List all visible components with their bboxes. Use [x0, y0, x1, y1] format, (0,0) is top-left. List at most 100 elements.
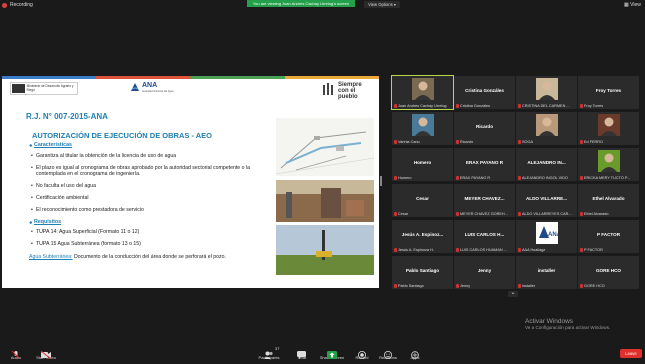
participant-name: Froy Torres: [595, 88, 622, 93]
apps-button[interactable]: Apps: [403, 346, 427, 360]
participant-tile[interactable]: LUIS CARLOS H... LUIS CARLOS HUAMAN ...: [454, 220, 515, 253]
viewing-banner: You are viewing Juan Andres Cachay Urrel…: [247, 0, 355, 7]
participant-tile[interactable]: Pablo Santiago Pablo Santiago: [392, 256, 453, 289]
participant-label: MEYER CHAVEZ GOREH...: [456, 212, 508, 216]
participant-label-text: Pablo Santiago: [398, 284, 424, 288]
microphone-muted-icon: [394, 104, 397, 108]
participant-tile[interactable]: Cesar Cesar: [392, 184, 453, 217]
participant-video: [597, 114, 620, 136]
participant-tile[interactable]: ERAX PAYANO R ERAX PAYANO R: [454, 148, 515, 181]
participant-label-text: Ricardo: [460, 140, 474, 144]
microphone-muted-icon: [518, 212, 521, 216]
participant-tile[interactable]: GORE HCO GORE HCO: [578, 256, 639, 289]
splitter-handle[interactable]: [380, 176, 382, 186]
leave-button[interactable]: Leave: [620, 349, 642, 358]
participant-tile[interactable]: MEYER CHAVEZ... MEYER CHAVEZ GOREH...: [454, 184, 515, 217]
participant-label: Froy Torres: [580, 104, 603, 108]
microphone-muted-icon: [518, 248, 521, 252]
irrigation-diagram-image: [276, 118, 374, 176]
participant-label-text: AAA Huallaga: [522, 248, 546, 252]
participant-tile[interactable]: P FACTOR P FACTOR: [578, 220, 639, 253]
recording-indicator[interactable]: Recording: [2, 2, 33, 8]
participants-button[interactable]: 37 Participants: [255, 346, 283, 360]
participant-label-text: GORE HCO: [584, 284, 605, 288]
participant-label: GORE HCO: [580, 284, 605, 288]
view-label: View: [630, 2, 641, 8]
construction-photo: [276, 180, 374, 222]
participant-tile[interactable]: Homero Homero: [392, 148, 453, 181]
reactions-button[interactable]: Reactions: [376, 346, 400, 360]
participant-tile[interactable]: Ed FERRO: [578, 112, 639, 145]
recording-label: Recording: [10, 2, 33, 8]
view-options-button[interactable]: View Options ▾: [364, 1, 400, 8]
participant-tile[interactable]: ALEJANDRO IN... ALEJANDRO INGOL VIDO: [516, 148, 577, 181]
participant-label: SOGA: [518, 140, 533, 144]
participant-label: LUIS CARLOS HUAMAN ...: [456, 248, 507, 252]
view-button[interactable]: ▦ View: [624, 2, 641, 8]
record-icon: [357, 346, 367, 359]
participant-label-text: Ed FERRO: [584, 140, 603, 144]
participant-tile[interactable]: ANA AAA Huallaga: [516, 220, 577, 253]
participant-tile[interactable]: Froy Torres Froy Torres: [578, 76, 639, 109]
microphone-muted-icon: [394, 284, 397, 288]
chat-bubble-icon: [297, 346, 307, 359]
apps-icon: [410, 346, 420, 359]
participant-tile[interactable]: installer installer: [516, 256, 577, 289]
participant-name: Pablo Santiago: [405, 268, 440, 273]
participant-label: Pablo Santiago: [394, 284, 424, 288]
participant-tile[interactable]: ERICKA MERY TUCTO P...: [578, 148, 639, 181]
participant-tile[interactable]: Varinia Cano: [392, 112, 453, 145]
participant-label-text: CRISTINA DEL CARMEN ...: [522, 104, 570, 108]
participant-label: ERICKA MERY TUCTO P...: [580, 176, 630, 180]
participant-label: Cristina Gonzáles: [456, 104, 490, 108]
microphone-muted-icon: [456, 212, 459, 216]
participant-video: [411, 114, 434, 136]
participant-name: MEYER CHAVEZ...: [464, 196, 505, 201]
participant-label-text: Cristina Gonzáles: [460, 104, 490, 108]
record-button[interactable]: Record: [350, 346, 374, 360]
participant-name: LUIS CARLOS H...: [464, 232, 505, 237]
participant-label: Varinia Cano: [394, 140, 420, 144]
participant-label-text: ERAX PAYANO R: [460, 176, 491, 180]
record-dot-icon: [2, 2, 7, 8]
participant-tile[interactable]: Jesús A. Espinoz... Jesús A. Espinoza H.: [392, 220, 453, 253]
smiley-icon: [383, 346, 393, 359]
audio-button[interactable]: Audio: [4, 346, 28, 360]
participant-label-text: Juan Andres Cachay Urrelog: [398, 104, 447, 108]
microphone-muted-icon: [456, 140, 459, 144]
participant-label: Ethel Alvarado: [580, 212, 609, 216]
participant-label-text: Varinia Cano: [398, 140, 420, 144]
participant-tile[interactable]: Ethel Alvarado Ethel Alvarado: [578, 184, 639, 217]
shared-screen: Ministerio de Desarrollo Agrario y Riego…: [2, 76, 379, 288]
participant-tile[interactable]: Cristina Gonzáles Cristina Gonzáles: [454, 76, 515, 109]
participant-tile[interactable]: Jenny Jenny: [454, 256, 515, 289]
participant-label-text: Homero: [398, 176, 412, 180]
participant-name: Jenny: [477, 268, 492, 273]
bullet: TUPA 14: Agua Superficial (Formato 11 o …: [31, 229, 268, 236]
participant-name: GORE HCO: [595, 268, 621, 273]
share-screen-button[interactable]: Share Screen: [319, 346, 345, 360]
start-video-button[interactable]: Start Video: [34, 346, 58, 360]
participant-tile[interactable]: SOGA: [516, 112, 577, 145]
microphone-muted-icon: [394, 176, 397, 180]
participant-label: installer: [518, 284, 535, 288]
bullet: El plazo es igual al cronograma de obras…: [31, 165, 268, 178]
participant-video: [535, 114, 558, 136]
participant-tile[interactable]: ALDO VILLARRE... ALDO VILLARREYES CAR...: [516, 184, 577, 217]
participant-tile[interactable]: Juan Andres Cachay Urrelog: [391, 75, 454, 110]
chevron-down-icon[interactable]: ⌄: [508, 290, 518, 297]
slide-title: R.J. N° 007-2015-ANA: [26, 112, 108, 121]
bullet: Garantiza al titular la obtención de la …: [31, 153, 268, 160]
participant-video: [411, 78, 434, 100]
chat-button[interactable]: Chat: [290, 346, 314, 360]
participant-label: Homero: [394, 176, 412, 180]
microphone-muted-icon: [394, 140, 397, 144]
participant-tile[interactable]: Ricardo Ricardo: [454, 112, 515, 145]
participant-tile[interactable]: CRISTINA DEL CARMEN ...: [516, 76, 577, 109]
participant-label-text: Jesús A. Espinoza H.: [398, 248, 434, 252]
participant-name: Cesar: [416, 196, 429, 201]
participant-label: ALDO VILLARREYES CAR...: [518, 212, 572, 216]
microphone-muted-icon: [580, 176, 583, 180]
participant-label: Juan Andres Cachay Urrelog: [394, 104, 447, 108]
participant-label-text: Jenny: [460, 284, 471, 288]
